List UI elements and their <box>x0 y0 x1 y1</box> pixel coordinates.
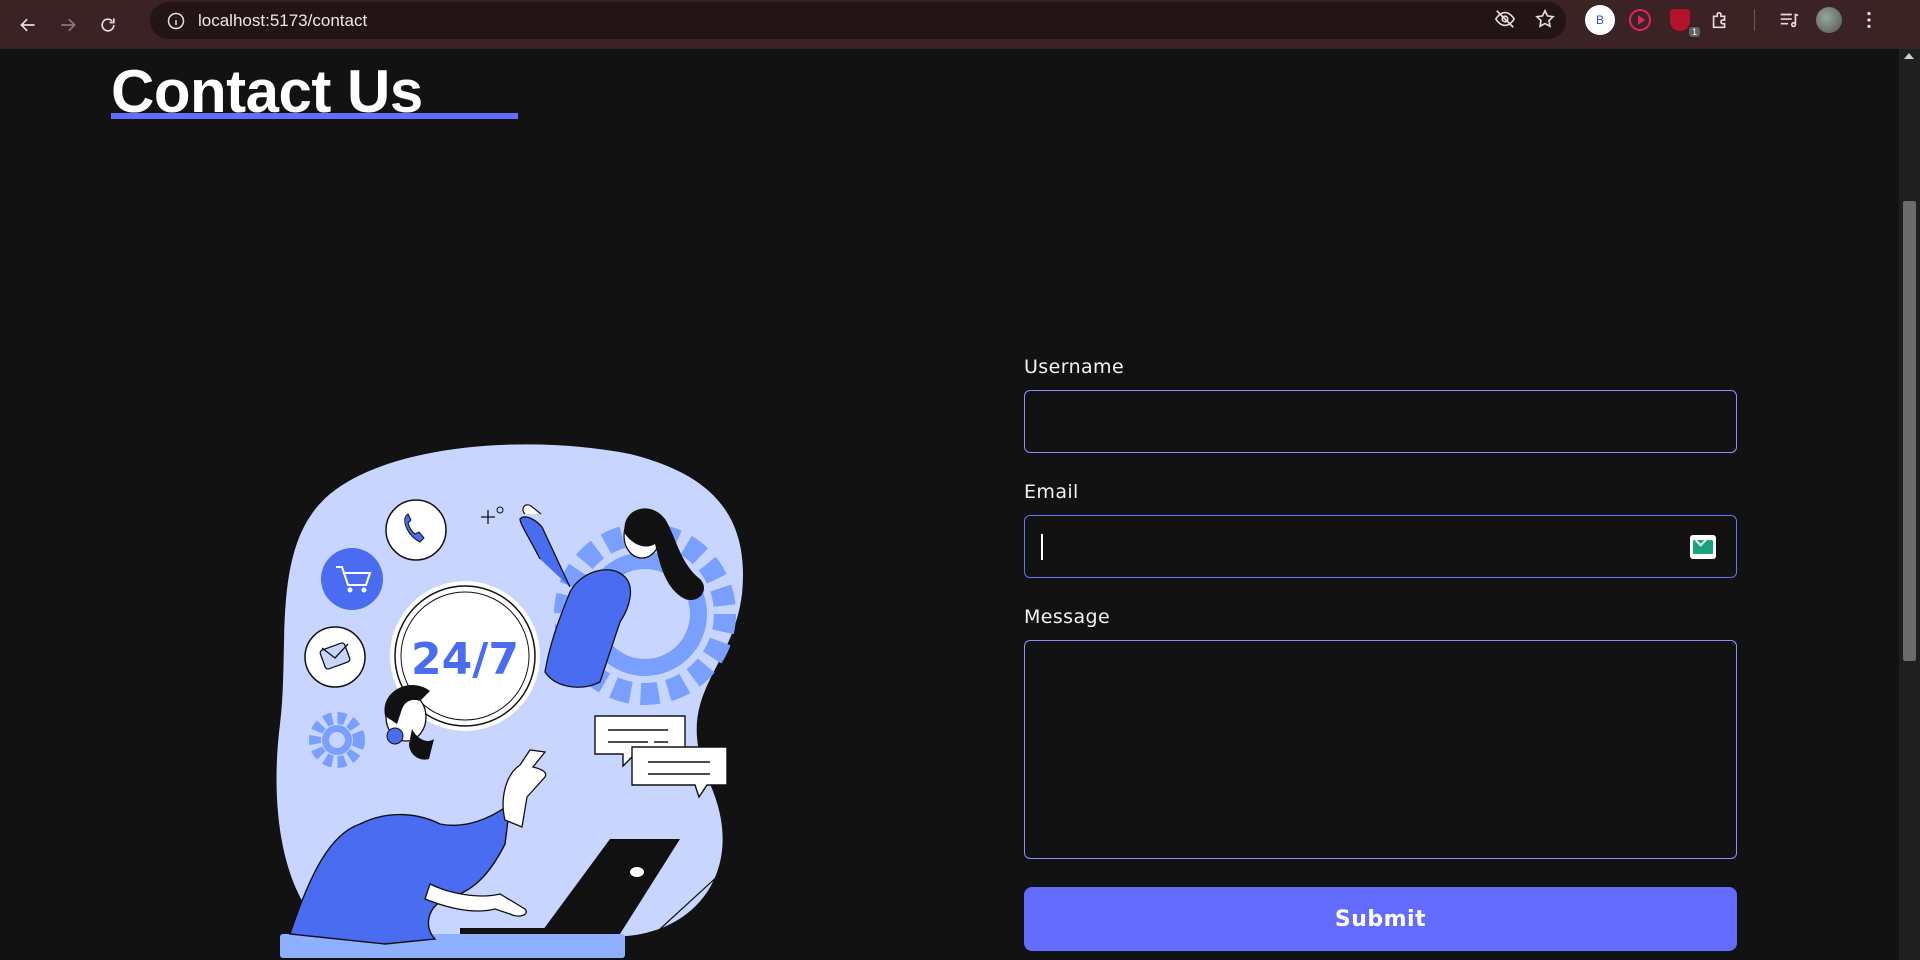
forward-button[interactable] <box>48 5 88 45</box>
extension-shield-button[interactable]: 1 <box>1660 0 1700 40</box>
submit-button[interactable]: Submit <box>1024 887 1737 951</box>
url-text: localhost:5173/contact <box>198 10 368 30</box>
arrow-left-icon <box>20 18 35 31</box>
playlist-icon <box>1780 13 1799 28</box>
avatar <box>1816 7 1842 33</box>
browser-menu-button[interactable] <box>1849 0 1889 40</box>
eye-off-icon[interactable] <box>1494 8 1516 34</box>
username-label: Username <box>1024 356 1125 378</box>
media-control-button[interactable] <box>1769 0 1809 40</box>
bookmark-star-icon[interactable] <box>1534 8 1556 34</box>
email-input[interactable] <box>1024 515 1737 578</box>
reload-button[interactable] <box>88 5 128 45</box>
toolbar-divider <box>1754 9 1755 31</box>
address-bar[interactable]: localhost:5173/contact <box>150 2 1566 39</box>
page-scrollbar[interactable] <box>1899 49 1920 960</box>
browser-toolbar: localhost:5173/contact B 1 <box>0 0 1920 49</box>
contact-form: Username Email Message Submit <box>1024 356 1737 951</box>
puzzle-icon <box>1712 11 1726 29</box>
customer-support-illustration: 24/7 <box>276 444 744 958</box>
scroll-up-arrow-icon[interactable] <box>1904 53 1914 59</box>
site-info-icon[interactable] <box>158 3 194 39</box>
shield-icon: 1 <box>1670 9 1700 37</box>
title-underline <box>111 113 518 119</box>
email-label: Email <box>1024 481 1079 503</box>
extension-play-button[interactable] <box>1620 0 1660 40</box>
more-vertical-icon <box>1867 11 1871 29</box>
message-textarea[interactable] <box>1024 640 1737 859</box>
message-label: Message <box>1024 606 1111 628</box>
extension-b-icon: B <box>1585 5 1615 35</box>
24-7-label: 24/7 <box>411 634 519 685</box>
extensions-button[interactable] <box>1700 0 1740 40</box>
extension-badge: 1 <box>1688 27 1700 37</box>
scrollbar-thumb[interactable] <box>1903 201 1916 661</box>
username-input[interactable] <box>1024 390 1737 453</box>
text-caret <box>1041 534 1043 560</box>
extension-b-button[interactable]: B <box>1580 0 1620 40</box>
arrow-right-icon <box>61 18 76 31</box>
back-button[interactable] <box>8 5 48 45</box>
page-content: Contact Us 24/7 Username Email Message S… <box>0 49 1899 960</box>
play-circle-icon <box>1629 9 1651 31</box>
reload-icon <box>101 17 115 32</box>
profile-button[interactable] <box>1809 0 1849 40</box>
email-autofill-icon[interactable] <box>1690 535 1716 559</box>
